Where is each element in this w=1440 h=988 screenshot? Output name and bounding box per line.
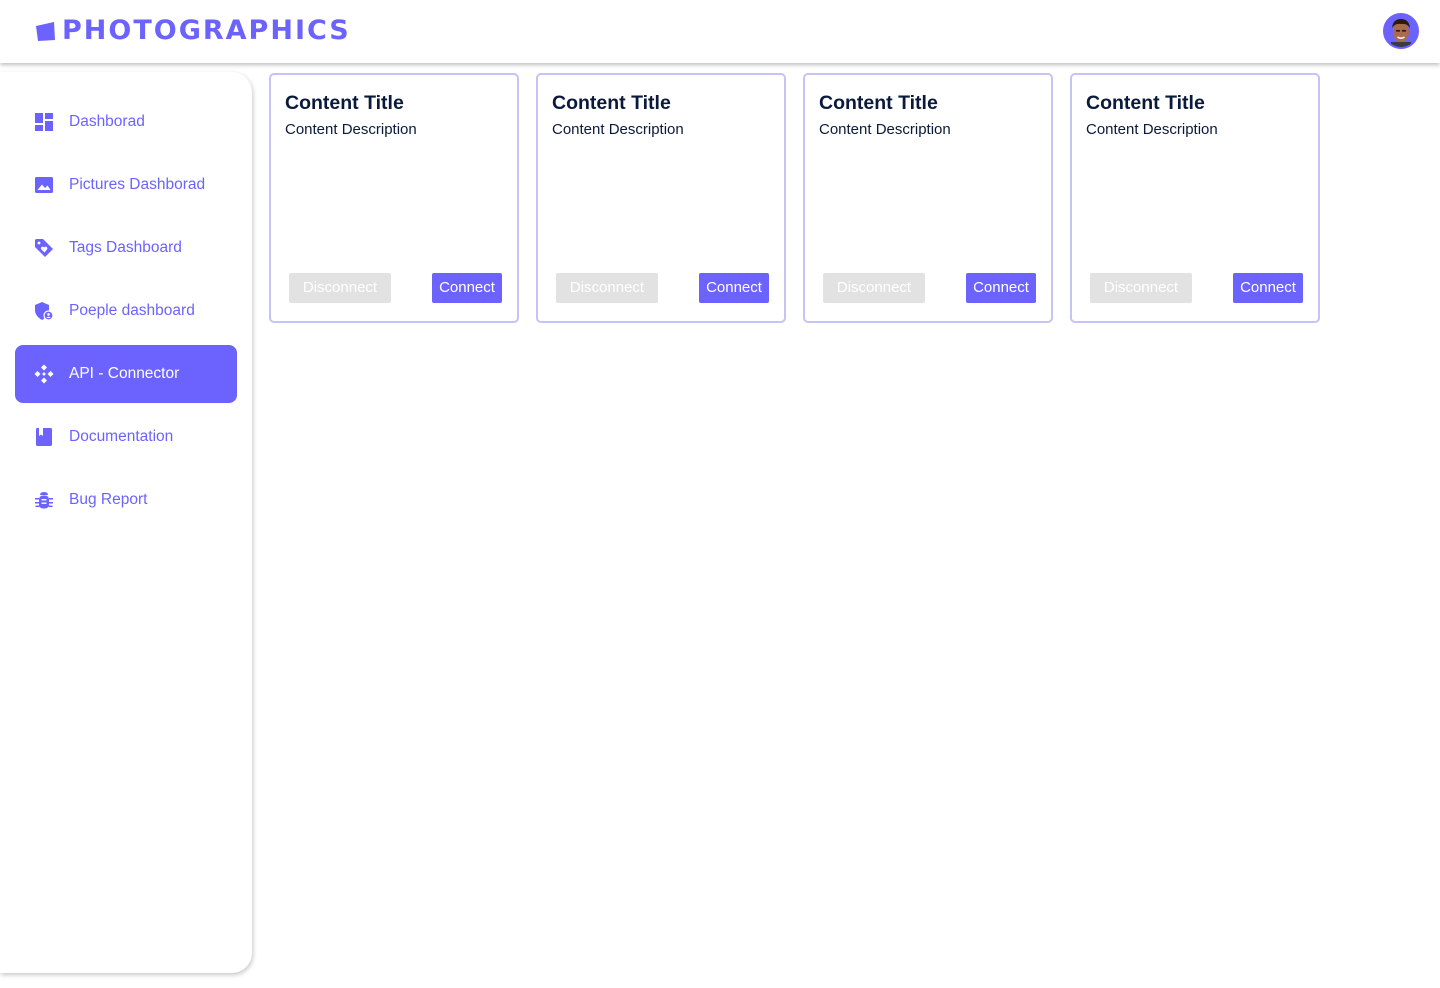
api-connector-icon [34,364,54,384]
card-description: Content Description [552,121,684,138]
sidebar: Dashborad Pictures Dashborad Tags Dashbo… [0,72,252,973]
disconnect-button[interactable]: Disconnect [823,273,925,303]
sidebar-item-label: Tags Dashboard [69,239,182,256]
logo-mark-icon [36,21,55,41]
sidebar-item-people-dashboard[interactable]: Poeple dashboard [15,282,237,340]
card-description: Content Description [285,121,417,138]
sidebar-item-tags-dashboard[interactable]: Tags Dashboard [15,219,237,277]
sidebar-item-dashboard[interactable]: Dashborad [15,93,237,151]
connector-card: Content Title Content Description Discon… [269,73,519,323]
sidebar-item-label: Bug Report [69,491,148,508]
sidebar-item-documentation[interactable]: Documentation [15,408,237,466]
card-description: Content Description [819,121,951,138]
sidebar-item-label: Dashborad [69,113,145,130]
sidebar-item-bug-report[interactable]: Bug Report [15,471,237,529]
app-title: PHOTOGRAPHICS [62,15,351,46]
connect-button[interactable]: Connect [432,273,502,303]
disconnect-button[interactable]: Disconnect [289,273,391,303]
card-title: Content Title [285,92,404,114]
connector-card: Content Title Content Description Discon… [1070,73,1320,323]
sidebar-item-api-connector[interactable]: API - Connector [15,345,237,403]
connect-button[interactable]: Connect [1233,273,1303,303]
card-description: Content Description [1086,121,1218,138]
sidebar-item-label: Documentation [69,428,174,445]
card-title: Content Title [552,92,671,114]
disconnect-button[interactable]: Disconnect [1090,273,1192,303]
user-avatar[interactable] [1383,13,1419,49]
connect-button[interactable]: Connect [966,273,1036,303]
connect-button[interactable]: Connect [699,273,769,303]
tag-heart-icon [35,239,53,257]
card-title: Content Title [819,92,938,114]
app-logo[interactable]: PHOTOGRAPHICS [35,14,351,48]
shield-user-icon [35,302,54,321]
dashboard-grid-icon [35,113,53,131]
sidebar-item-label: Poeple dashboard [69,302,195,319]
bug-icon [35,492,53,509]
top-header: PHOTOGRAPHICS [0,0,1440,63]
image-icon [35,177,53,193]
connector-card: Content Title Content Description Discon… [536,73,786,323]
disconnect-button[interactable]: Disconnect [556,273,658,303]
card-title: Content Title [1086,92,1205,114]
connector-card: Content Title Content Description Discon… [803,73,1053,323]
sidebar-item-pictures-dashboard[interactable]: Pictures Dashborad [15,156,237,214]
sidebar-item-label: Pictures Dashborad [69,176,206,193]
sidebar-item-label: API - Connector [69,365,180,382]
avatar-image [1385,15,1417,47]
book-icon [36,428,52,446]
